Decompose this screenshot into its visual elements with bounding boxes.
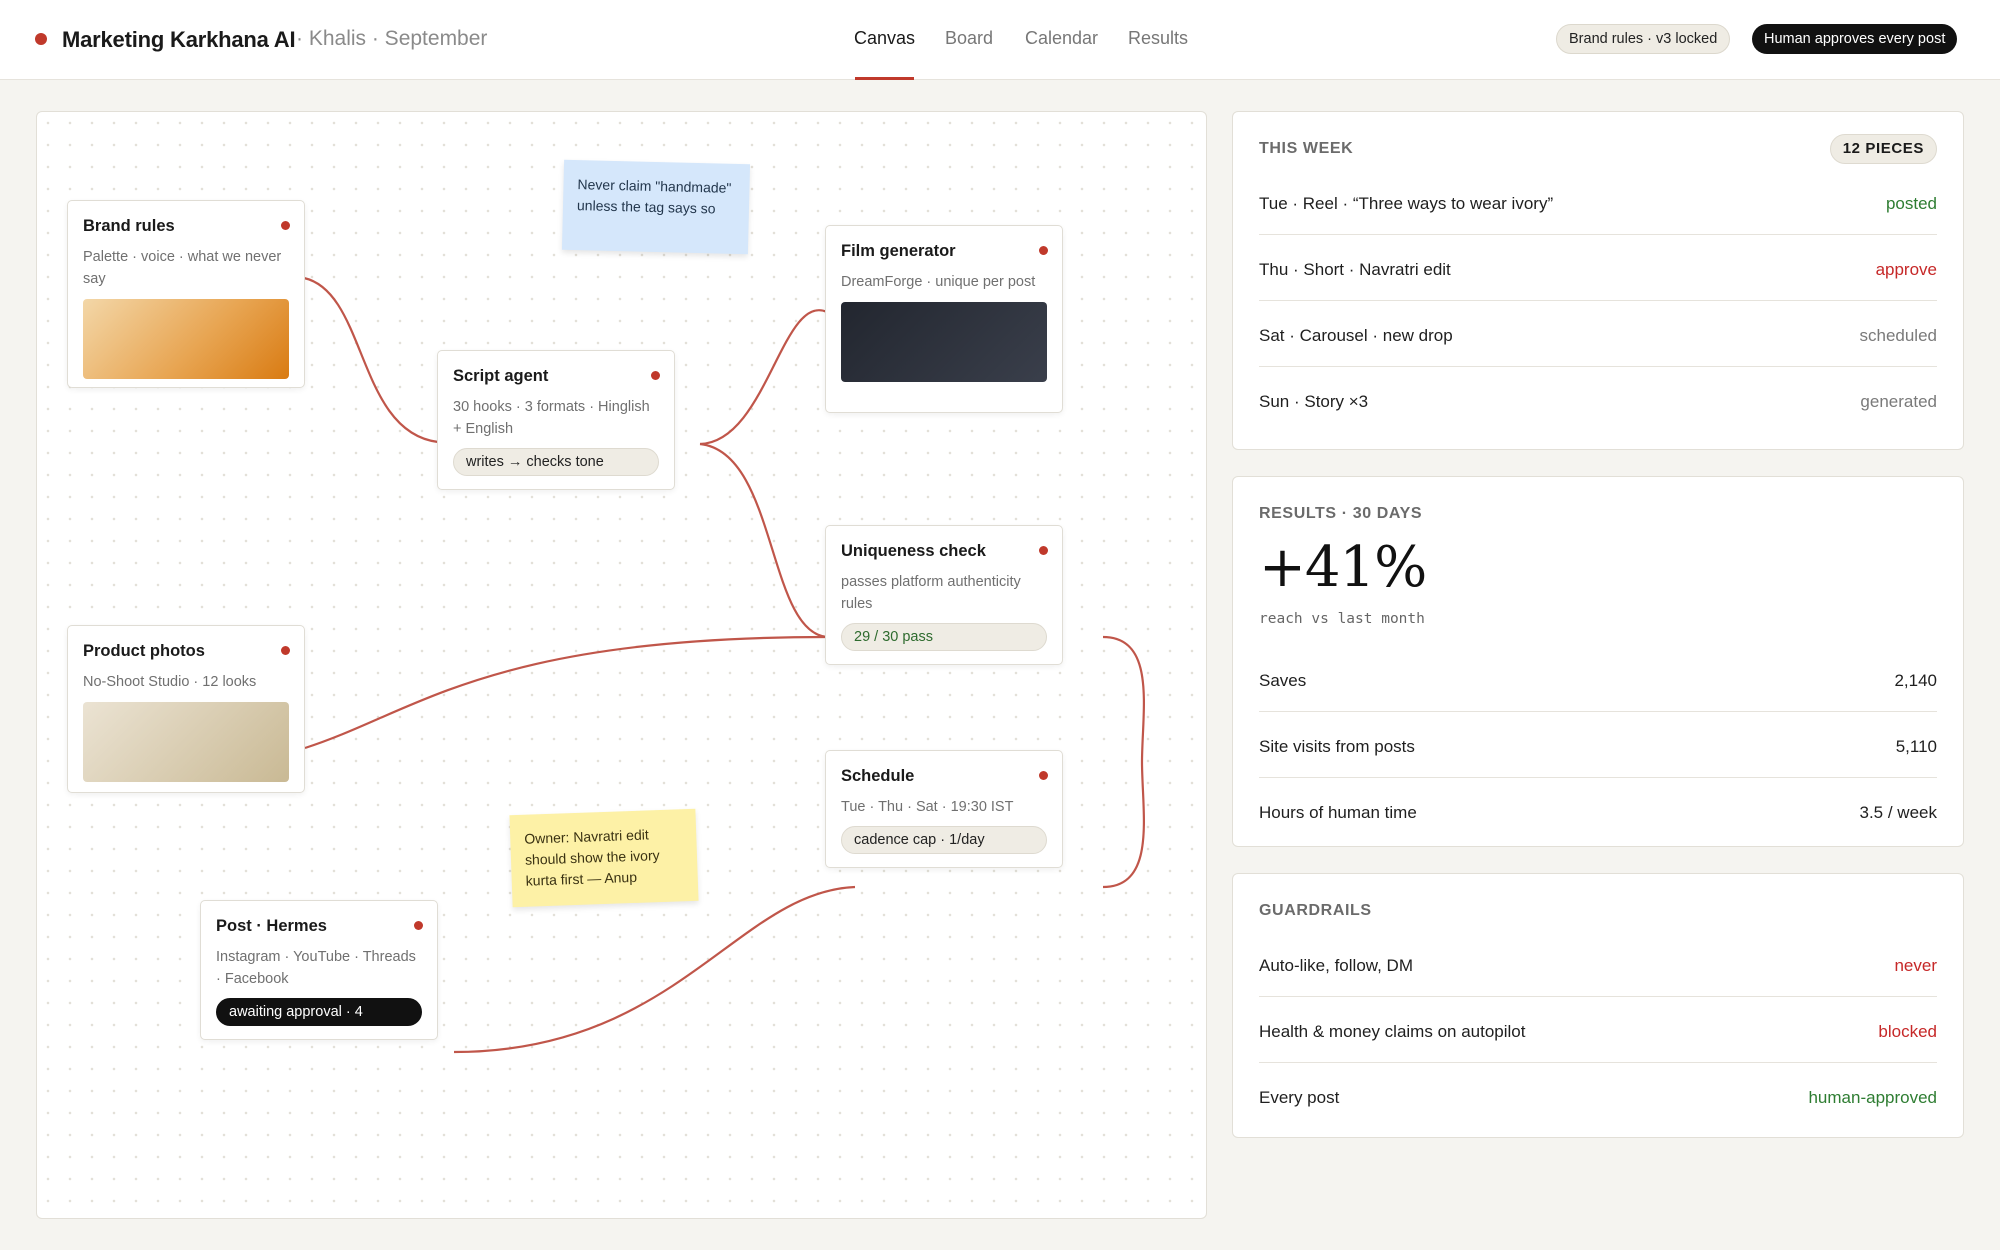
item-label: Thu · Short · Navratri edit [1259,260,1451,279]
sticky-note-blue[interactable]: Never claim "handmade" unless the tag sa… [561,159,751,255]
guardrail-value: never [1894,956,1937,975]
node-title: Product photos [83,642,205,660]
metric-value: 3.5 / week [1859,803,1938,822]
brand-rules-badge[interactable]: Brand rules · v3 locked [1556,24,1731,54]
metric-label: Hours of human time [1259,803,1417,822]
metric-label: Site visits from posts [1259,737,1415,756]
node-description: DreamForge · unique per post [841,274,1036,290]
node-description: passes platform authenticity rules [841,574,1021,612]
tab-results[interactable]: Results [1128,28,1188,49]
node-post-hermes[interactable]: Post · Hermes Instagram · YouTube · Thre… [200,900,438,1040]
node-product-photos[interactable]: Product photos No-Shoot Studio · 12 look… [67,625,305,793]
status-dot-icon [651,371,660,380]
node-status-chip: cadence cap · 1/day [841,826,1047,854]
list-item[interactable]: Sat · Carousel · new drop scheduled [1259,301,1937,367]
node-brand-rules[interactable]: Brand rules Palette · voice · what we ne… [67,200,305,388]
awaiting-approval-chip[interactable]: awaiting approval · 4 [216,998,422,1026]
schedule-list: Tue · Reel · “Three ways to wear ivory” … [1259,169,1937,433]
list-item[interactable]: Tue · Reel · “Three ways to wear ivory” … [1259,169,1937,235]
node-uniqueness-check[interactable]: Uniqueness check passes platform authent… [825,525,1063,665]
panel-heading: GUARDRAILS [1259,902,1372,919]
approve-link[interactable]: approve [1876,260,1937,280]
metric-value: 5,110 [1895,737,1937,756]
node-title: Film generator [841,242,956,260]
wire-brand-to-script [303,276,439,444]
list-item[interactable]: Thu · Short · Navratri edit approve [1259,235,1937,301]
tab-calendar[interactable]: Calendar [1025,28,1098,49]
node-description: Palette · voice · what we never say [83,249,282,287]
node-title: Uniqueness check [841,542,986,560]
top-bar: Marketing Karkhana AI · Khalis · Septemb… [0,0,2000,80]
node-film-generator[interactable]: Film generator DreamForge · unique per p… [825,225,1063,413]
metric-label: Saves [1259,671,1307,690]
status-label: generated [1860,392,1937,411]
wire-script-to-uniqueness [699,442,828,639]
panel-heading: THIS WEEK [1259,140,1354,157]
guardrail-row: Health & money claims on autopilot block… [1259,997,1937,1063]
guardrails-panel: GUARDRAILS Auto-like, follow, DM never H… [1232,873,1964,1138]
panel-heading: RESULTS · 30 DAYS [1259,505,1423,522]
node-description: No-Shoot Studio · 12 looks [83,674,257,690]
active-tab-indicator [855,77,914,80]
this-week-panel: THIS WEEK 12 PIECES Tue · Reel · “Three … [1232,111,1964,450]
tab-board[interactable]: Board [945,28,993,49]
guardrail-value: human-approved [1808,1088,1937,1107]
node-script-agent[interactable]: Script agent 30 hooks · 3 formats · Hing… [437,350,675,490]
tab-canvas[interactable]: Canvas [854,28,915,49]
node-title: Schedule [841,767,915,785]
item-label: Tue · Reel · “Three ways to wear ivory” [1259,194,1554,213]
node-description: Instagram · YouTube · Threads · Facebook [216,949,416,987]
guardrail-label: Every post [1259,1088,1340,1107]
pieces-count-badge: 12 PIECES [1829,134,1937,164]
palette-thumbnail [83,299,289,379]
app-title: Marketing Karkhana AI [62,27,296,52]
status-dot-icon [414,921,423,930]
workspace-subtitle: · Khalis · September [296,27,488,50]
guardrails-list: Auto-like, follow, DM never Health & mon… [1259,931,1937,1129]
node-status-chip: writes → checks tone [453,448,659,476]
item-label: Sun · Story ×3 [1259,392,1369,411]
metric-row: Site visits from posts 5,110 [1259,712,1937,778]
status-dot-icon [1039,246,1048,255]
results-panel: RESULTS · 30 DAYS +41% reach vs last mon… [1232,476,1964,847]
node-description: 30 hooks · 3 formats · Hinglish + Englis… [453,399,650,437]
sticky-note-yellow[interactable]: Owner: Navratri edit should show the ivo… [509,808,699,908]
brand-dot-icon [35,33,47,45]
node-title: Brand rules [83,217,175,235]
status-dot-icon [1039,771,1048,780]
status-dot-icon [1039,546,1048,555]
status-dot-icon [281,646,290,655]
node-title: Post · Hermes [216,917,327,935]
human-approval-badge[interactable]: Human approves every post [1752,24,1958,54]
metric-row: Saves 2,140 [1259,646,1937,712]
reach-change-value: +41% [1259,535,1427,600]
guardrail-row: Every post human-approved [1259,1063,1937,1129]
wire-photos-to-uniqueness [304,635,828,750]
status-label: scheduled [1859,326,1937,345]
film-preview-thumbnail [841,302,1047,382]
guardrail-label: Health & money claims on autopilot [1259,1022,1526,1041]
wire-script-to-film [699,309,828,446]
guardrail-value: blocked [1878,1022,1937,1041]
wire-uniqueness-to-schedule [1102,635,1146,889]
item-label: Sat · Carousel · new drop [1259,326,1453,345]
workflow-canvas[interactable]: Brand rules Palette · voice · what we ne… [36,111,1207,1219]
status-dot-icon [281,221,290,230]
list-item[interactable]: Sun · Story ×3 generated [1259,367,1937,433]
wire-schedule-to-post [453,885,856,1054]
photo-thumbnail [83,702,289,782]
reach-caption: reach vs last month [1259,611,1425,627]
status-label: posted [1885,194,1937,213]
metrics-list: Saves 2,140 Site visits from posts 5,110… [1259,646,1937,844]
metric-row: Hours of human time 3.5 / week [1259,778,1937,844]
guardrail-label: Auto-like, follow, DM [1259,956,1413,975]
node-schedule[interactable]: Schedule Tue · Thu · Sat · 19:30 IST cad… [825,750,1063,868]
node-status-chip: 29 / 30 pass [841,623,1047,651]
guardrail-row: Auto-like, follow, DM never [1259,931,1937,997]
metric-value: 2,140 [1894,671,1937,690]
node-description: Tue · Thu · Sat · 19:30 IST [841,799,1014,815]
node-title: Script agent [453,367,549,385]
